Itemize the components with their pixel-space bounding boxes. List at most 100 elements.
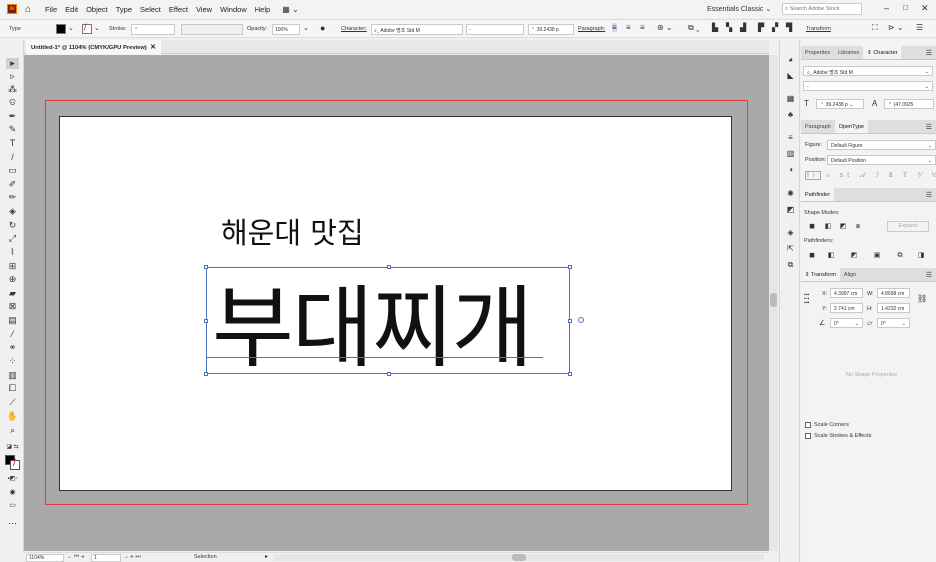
character-leading[interactable]: ⌃ (47.0925 bbox=[884, 99, 934, 109]
warp-tool-icon[interactable]: ⌇ bbox=[6, 247, 19, 258]
horizontal-align-center-icon[interactable]: ▚ bbox=[726, 23, 732, 32]
opacity-field[interactable]: 100% bbox=[272, 24, 300, 35]
lasso-tool-icon[interactable]: ଡ bbox=[6, 97, 19, 108]
transform-link[interactable]: Transform bbox=[806, 26, 831, 32]
artboard-nav[interactable]: ⌄ ⏮ ◂ bbox=[67, 553, 84, 561]
trim-icon[interactable]: ◧ bbox=[826, 251, 836, 260]
paragraph-label[interactable]: Paragraph: bbox=[578, 26, 605, 32]
document-tab[interactable]: Untitled-1* @ 1104% (CMYK/GPU Preview) ✕ bbox=[26, 40, 161, 54]
line-tool-icon[interactable]: / bbox=[6, 152, 19, 163]
default-colors-icon[interactable]: ◪ ⇆ bbox=[6, 442, 19, 453]
layers-icon[interactable]: ◈ bbox=[785, 227, 796, 238]
maximize-button[interactable]: □ bbox=[903, 3, 908, 12]
tab-character[interactable]: ⇕ Character bbox=[863, 46, 902, 59]
shear-field[interactable]: 0° ⌄ bbox=[877, 318, 910, 328]
minimize-button[interactable]: – bbox=[884, 3, 889, 13]
direct-selection-tool-icon[interactable]: ▹ bbox=[6, 71, 19, 82]
selection-bounding-box[interactable] bbox=[204, 265, 584, 376]
tab-libraries[interactable]: Libraries bbox=[834, 46, 863, 59]
pen-tool-icon[interactable]: ✒ bbox=[6, 111, 19, 122]
tab-transform[interactable]: ⇕ Transform bbox=[801, 268, 840, 281]
tab-align[interactable]: Align bbox=[840, 268, 860, 281]
intersect-icon[interactable]: ◩ bbox=[838, 222, 848, 231]
menu-type[interactable]: Type bbox=[116, 5, 132, 14]
crop-icon[interactable]: ▣ bbox=[872, 251, 882, 260]
character-font-style[interactable]: - ⌄ bbox=[803, 81, 933, 91]
align-center-icon[interactable]: ≡ bbox=[626, 23, 631, 32]
perspective-grid-tool-icon[interactable]: ▰ bbox=[6, 288, 19, 299]
artboard-number-field[interactable]: 1 bbox=[91, 554, 121, 562]
handle-top-left[interactable] bbox=[204, 265, 208, 269]
menu-object[interactable]: Object bbox=[86, 5, 108, 14]
swatches-icon[interactable]: ▦ bbox=[785, 93, 796, 104]
character-font-size[interactable]: ⌃ 39.2438 p ⌄ bbox=[816, 99, 864, 109]
recolor-icon[interactable]: ● bbox=[320, 23, 325, 33]
align-left-icon[interactable]: ≡ bbox=[612, 23, 617, 32]
stroke-panel-icon[interactable]: ≡ bbox=[785, 132, 796, 143]
menu-edit[interactable]: Edit bbox=[65, 5, 78, 14]
gradient-panel-icon[interactable]: ▨ bbox=[785, 148, 796, 159]
handle-top-right[interactable] bbox=[568, 265, 572, 269]
shape-builder-tool-icon[interactable]: ⊕ bbox=[6, 274, 19, 285]
slice-tool-icon[interactable]: ⟋ bbox=[6, 397, 19, 408]
handle-middle-right[interactable] bbox=[568, 319, 572, 323]
shaper-tool-icon[interactable]: ✏ bbox=[6, 192, 19, 203]
menu-select[interactable]: Select bbox=[140, 5, 161, 14]
font-size-field[interactable]: ⌃ 39.2438 p bbox=[528, 24, 574, 35]
asset-export-icon[interactable]: ⇱ bbox=[785, 243, 796, 254]
draw-mode-icon[interactable]: ◉ bbox=[6, 487, 19, 498]
exclude-icon[interactable]: ⧈ bbox=[853, 222, 863, 231]
graphic-styles-icon[interactable]: ◩ bbox=[785, 204, 796, 215]
handle-bottom-left[interactable] bbox=[204, 372, 208, 376]
handle-bottom-right[interactable] bbox=[568, 372, 572, 376]
panel-menu-icon[interactable]: ☰ bbox=[922, 46, 936, 59]
scale-corners-checkbox[interactable] bbox=[805, 422, 811, 428]
magic-wand-tool-icon[interactable]: ⁂ bbox=[6, 84, 19, 95]
close-tab-icon[interactable]: ✕ bbox=[150, 44, 156, 51]
rotate-tool-icon[interactable]: ↻ bbox=[6, 220, 19, 231]
edit-toolbar-icon[interactable]: ⋯ bbox=[6, 518, 19, 529]
font-family-field[interactable]: ⌕⌄ Adobe 명조 Std M bbox=[371, 24, 463, 35]
align-right-icon[interactable]: ≡ bbox=[640, 23, 645, 32]
text-thread-port[interactable] bbox=[578, 317, 584, 323]
artboard-tool-icon[interactable]: ⧠ bbox=[6, 383, 19, 394]
selection-tool-icon[interactable]: ▸ bbox=[6, 58, 19, 69]
brushes-icon[interactable]: ♣ bbox=[785, 109, 796, 120]
artboards-panel-icon[interactable]: ⧉ bbox=[785, 259, 796, 270]
menu-view[interactable]: View bbox=[196, 5, 212, 14]
fill-swatch[interactable] bbox=[56, 24, 66, 34]
screen-mode-icon[interactable]: ▭ bbox=[6, 500, 19, 511]
tab-opentype[interactable]: OpenType bbox=[834, 120, 869, 133]
horizontal-align-left-icon[interactable]: ▙ bbox=[712, 23, 718, 32]
scale-tool-icon[interactable]: ⤢ bbox=[6, 233, 19, 244]
stroke-dropdown-icon[interactable]: ⌄ bbox=[94, 24, 100, 32]
color-icon[interactable]: ◣ bbox=[785, 70, 796, 81]
reference-point-icon[interactable]: ▪▪▪ ▪▫▪ ▪▪▪ bbox=[804, 293, 809, 306]
expand-button[interactable]: Expand bbox=[887, 221, 929, 232]
merge-icon[interactable]: ◩ bbox=[849, 251, 859, 260]
h-field[interactable]: 1.4232 cm bbox=[877, 303, 910, 313]
horizontal-scroll-thumb[interactable] bbox=[512, 554, 526, 561]
vertical-align-top-icon[interactable]: ▛ bbox=[758, 23, 764, 32]
zoom-field[interactable]: 1104% bbox=[26, 554, 64, 562]
close-button[interactable]: ✕ bbox=[921, 3, 929, 14]
vertical-align-bottom-icon[interactable]: ▜ bbox=[786, 23, 792, 32]
w-field[interactable]: 4.8698 cm bbox=[877, 288, 910, 298]
transform-menu-icon[interactable]: ☰ bbox=[922, 268, 936, 281]
opacity-label[interactable]: Opacity: bbox=[247, 26, 267, 32]
menu-window[interactable]: Window bbox=[220, 5, 247, 14]
paintbrush-tool-icon[interactable]: ✐ bbox=[6, 179, 19, 190]
tab-pathfinder[interactable]: Pathfinder bbox=[801, 188, 835, 201]
paragraph-panel-menu-icon[interactable]: ☰ bbox=[922, 120, 936, 133]
horizontal-scrollbar[interactable] bbox=[274, 554, 764, 561]
symbol-sprayer-tool-icon[interactable]: ⁘ bbox=[6, 356, 19, 367]
stroke-weight-field[interactable]: ⌃ bbox=[131, 24, 175, 35]
artboard-nav-next[interactable]: ⌄ ▸ ⏭ bbox=[124, 553, 141, 561]
appearance-icon[interactable]: ✺ bbox=[785, 188, 796, 199]
handle-bottom-center[interactable] bbox=[387, 372, 391, 376]
x-field[interactable]: 4.3997 cm bbox=[830, 288, 863, 298]
outline-icon[interactable]: ⧉ bbox=[895, 251, 905, 260]
control-menu-icon[interactable]: ☰ bbox=[916, 23, 923, 32]
constrain-proportions-icon[interactable]: ⛓ bbox=[917, 294, 927, 303]
fill-dropdown-icon[interactable]: ⌄ bbox=[68, 24, 74, 32]
